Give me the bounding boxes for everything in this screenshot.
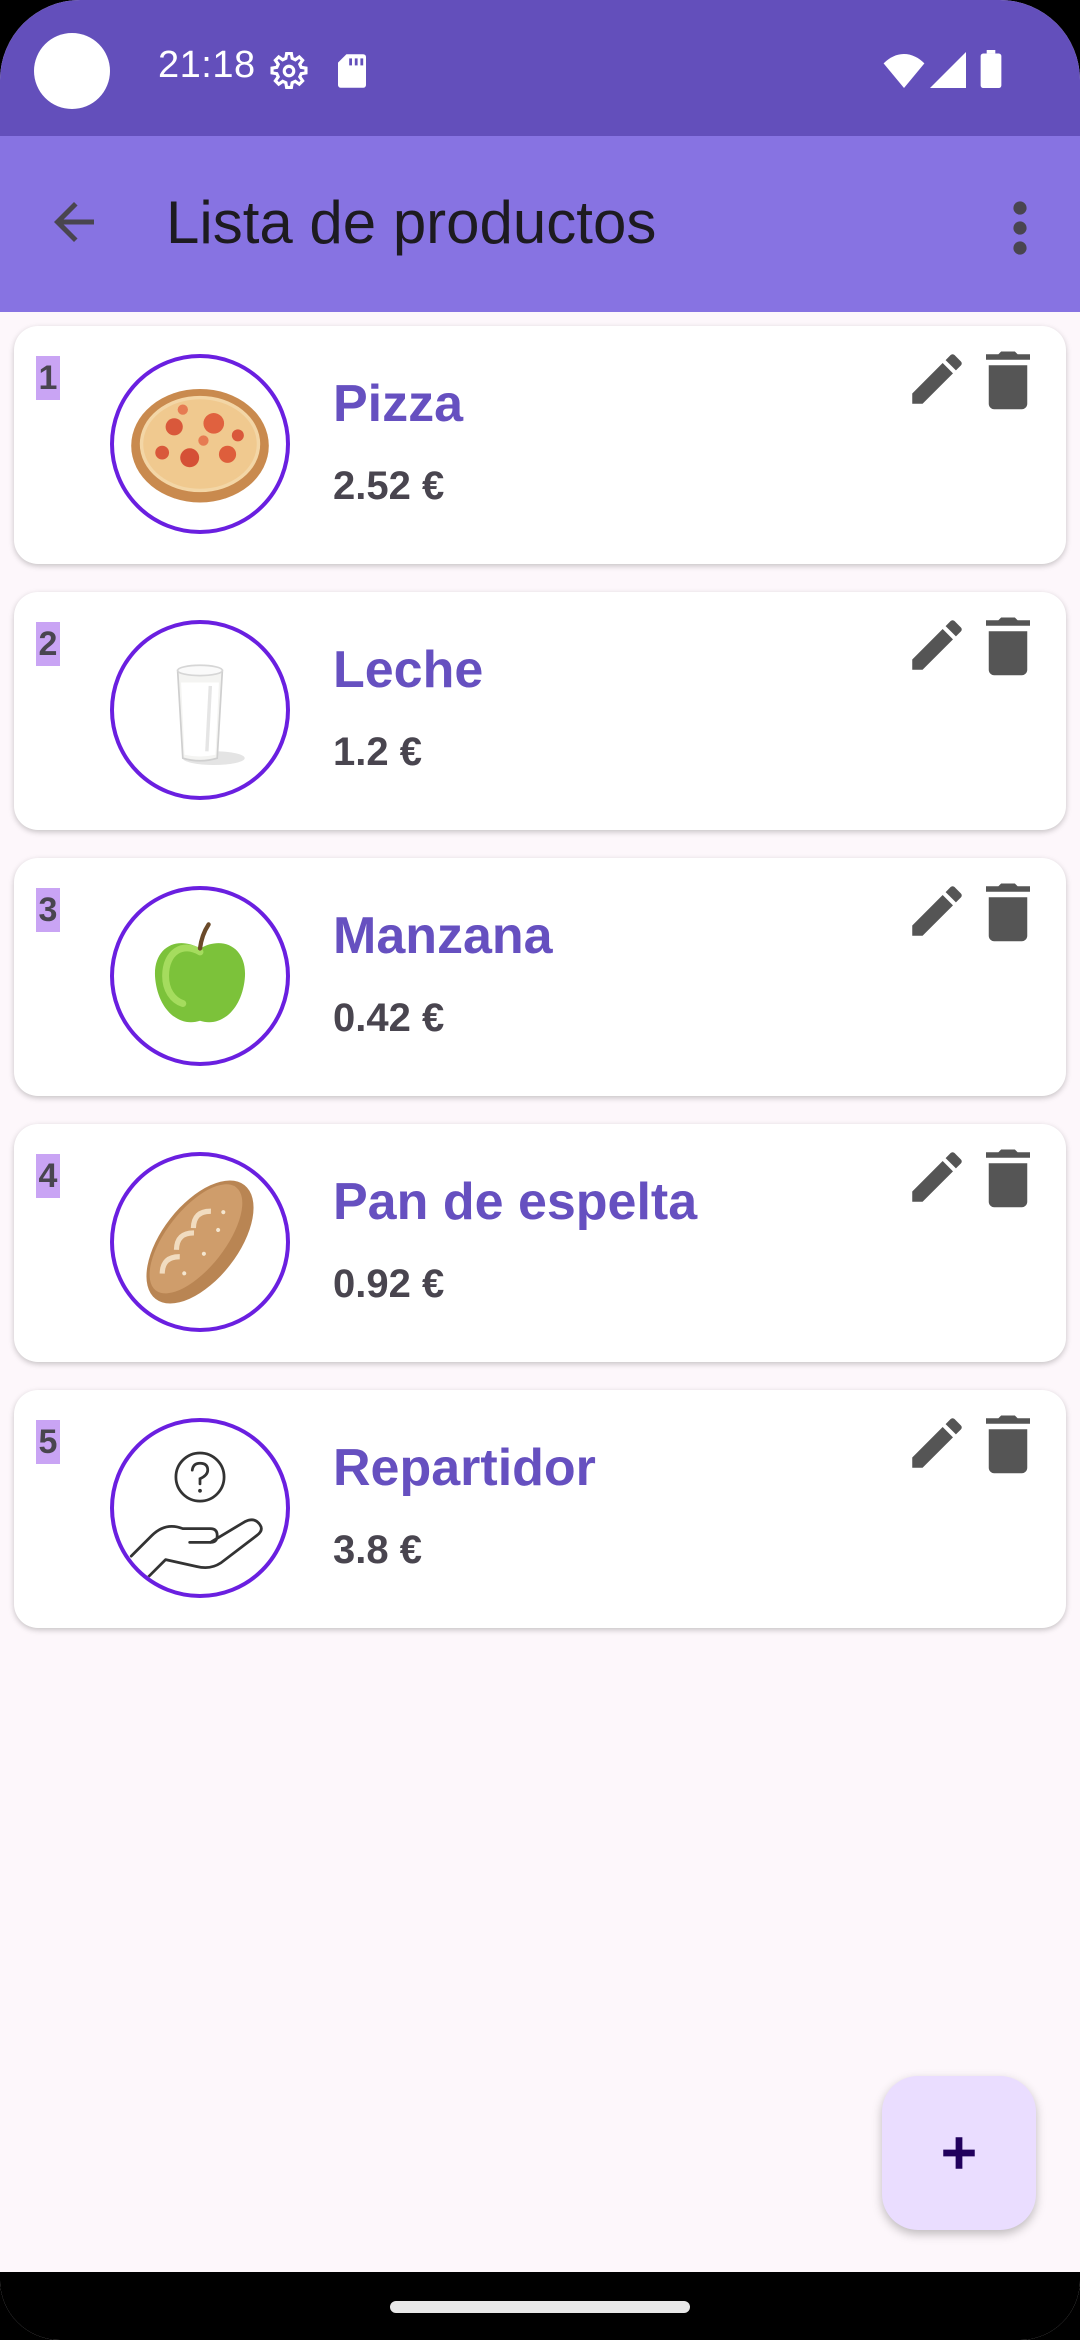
edit-icon[interactable] [904, 1410, 970, 1476]
delete-icon[interactable] [980, 1144, 1036, 1210]
product-index: 2 [36, 622, 60, 666]
add-product-button[interactable] [882, 2076, 1036, 2230]
product-index: 1 [36, 356, 60, 400]
back-arrow-icon[interactable] [44, 192, 104, 252]
product-price: 3.8 € [333, 1528, 422, 1572]
product-index: 5 [36, 1420, 60, 1464]
home-gesture-handle[interactable] [390, 2301, 690, 2313]
phone-screen: 21:18 Lista de productos 1 Pizza 2.52 € … [0, 0, 1080, 2340]
product-price: 0.92 € [333, 1262, 445, 1306]
app-bar: Lista de productos [0, 136, 1080, 312]
product-price: 1.2 € [333, 730, 422, 774]
battery-icon [980, 50, 1002, 88]
hand-question-icon [110, 1418, 290, 1598]
settings-icon [270, 52, 308, 90]
add-icon [943, 2137, 975, 2169]
product-index: 3 [36, 888, 60, 932]
status-time: 21:18 [158, 44, 256, 86]
product-name: Pizza [333, 375, 464, 433]
product-name: Leche [333, 641, 484, 699]
edit-icon[interactable] [904, 878, 970, 944]
status-bar: 21:18 [0, 0, 1080, 136]
sd-card-icon [338, 54, 366, 88]
product-price: 0.42 € [333, 996, 445, 1040]
edit-icon[interactable] [904, 1144, 970, 1210]
product-index: 4 [36, 1154, 60, 1198]
delete-icon[interactable] [980, 1410, 1036, 1476]
product-name: Manzana [333, 907, 553, 965]
signal-icon [930, 52, 966, 88]
product-card[interactable]: 5 Repartidor 3.8 € [14, 1390, 1066, 1628]
product-name: Repartidor [333, 1439, 596, 1497]
wifi-icon [883, 54, 925, 88]
product-card[interactable]: 4 Pan de espelta 0.92 € [14, 1124, 1066, 1362]
product-card[interactable]: 3 Manzana 0.42 € [14, 858, 1066, 1096]
product-name: Pan de espelta [333, 1173, 698, 1231]
product-price: 2.52 € [333, 464, 445, 508]
delete-icon[interactable] [980, 612, 1036, 678]
product-image-milk [110, 620, 290, 800]
product-image-apple [110, 886, 290, 1066]
product-image-bread [110, 1152, 290, 1332]
delete-icon[interactable] [980, 878, 1036, 944]
page-title: Lista de productos [166, 189, 657, 256]
delete-icon[interactable] [980, 346, 1036, 412]
product-card[interactable]: 2 Leche 1.2 € [14, 592, 1066, 830]
product-card[interactable]: 1 Pizza 2.52 € [14, 326, 1066, 564]
edit-icon[interactable] [904, 612, 970, 678]
product-image-pizza [110, 354, 290, 534]
edit-icon[interactable] [904, 346, 970, 412]
more-vert-icon[interactable] [1000, 196, 1040, 260]
camera-cutout [34, 33, 110, 109]
